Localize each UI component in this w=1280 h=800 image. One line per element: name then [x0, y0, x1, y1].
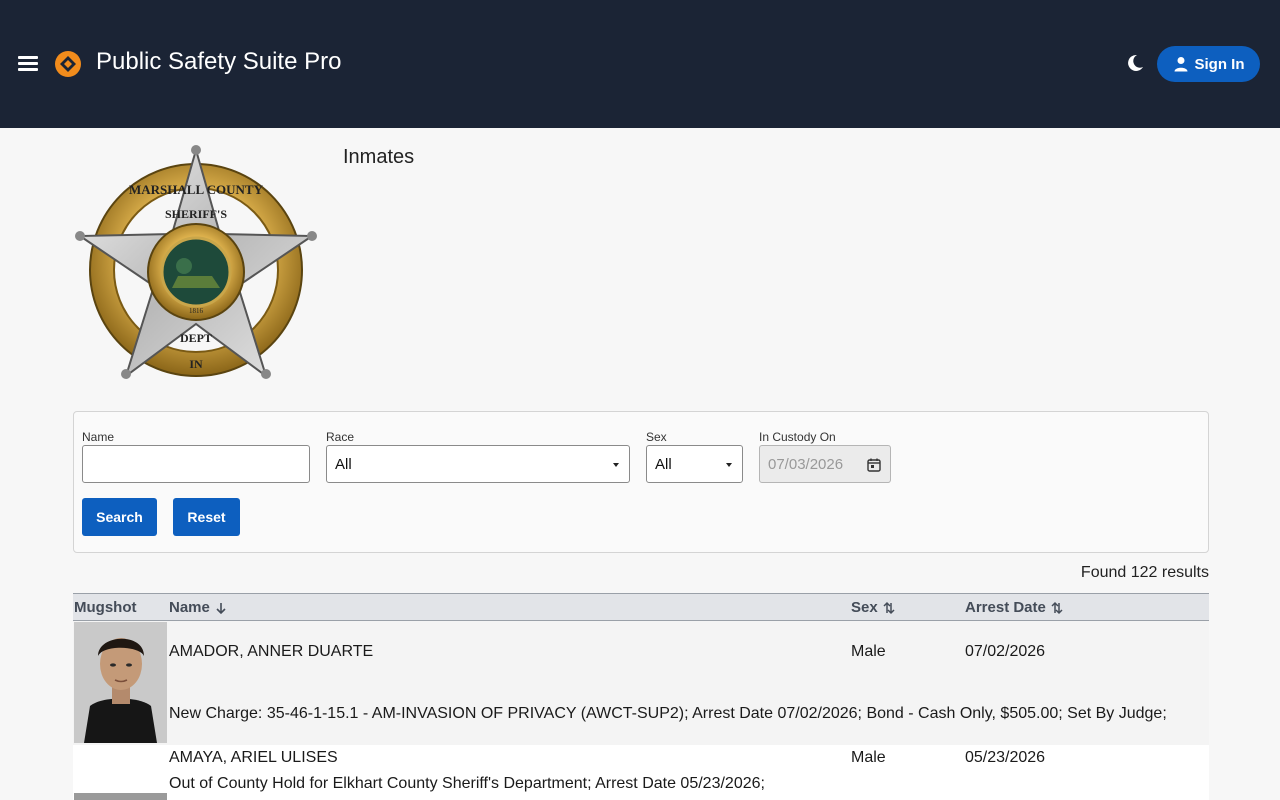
- calendar-icon[interactable]: [867, 458, 881, 472]
- column-mugshot-label: Mugshot: [74, 599, 137, 616]
- sex-label: Sex: [646, 430, 667, 444]
- sign-in-button[interactable]: Sign In: [1157, 46, 1260, 82]
- name-input[interactable]: [82, 445, 310, 483]
- sex-select-value: All: [655, 455, 672, 473]
- column-name[interactable]: Name: [169, 599, 227, 616]
- page-title: Inmates: [343, 146, 415, 168]
- custody-date-input[interactable]: 07/03/2026: [759, 445, 891, 483]
- inmate-name[interactable]: AMADOR, ANNER DUARTE: [169, 643, 373, 661]
- moon-icon[interactable]: [1124, 52, 1146, 74]
- custody-label: In Custody On: [759, 430, 836, 444]
- user-icon: [1174, 57, 1187, 72]
- sheriff-badge-logo: MARSHALL COUNTY SHERIFF'S 1816 DEPT IN: [75, 145, 317, 379]
- custody-date-value: 07/03/2026: [768, 455, 844, 473]
- sign-in-label: Sign In: [1194, 55, 1245, 73]
- caret-down-icon: [613, 463, 619, 467]
- column-sex[interactable]: Sex: [851, 599, 895, 616]
- reset-button[interactable]: Reset: [173, 498, 240, 536]
- inmate-arrest-date: 05/23/2026: [965, 749, 1046, 766]
- filter-panel: Name Race All Sex All In Custody On 07/0…: [73, 411, 1209, 553]
- column-mugshot: Mugshot: [74, 599, 136, 616]
- table-row[interactable]: AMAYA, ARIEL ULISES Male 05/23/2026 Out …: [73, 745, 1209, 800]
- mugshot-photo: [74, 622, 167, 743]
- column-sex-label: Sex: [851, 599, 878, 616]
- inmate-charges: New Charge: 35-46-1-15.1 - AM-INVASION O…: [169, 705, 1167, 722]
- badge-dept-text: DEPT: [180, 331, 212, 345]
- inmate-sex: Male: [851, 749, 886, 766]
- inmate-name[interactable]: AMAYA, ARIEL ULISES: [169, 749, 338, 767]
- table-row[interactable]: AMADOR, ANNER DUARTE Male 07/02/2026 New…: [73, 621, 1209, 745]
- sort-desc-icon: [216, 602, 226, 614]
- sex-select[interactable]: All: [646, 445, 743, 483]
- inmate-sex: Male: [851, 643, 886, 660]
- results-count: Found 122 results: [1080, 564, 1209, 581]
- inmate-charges: Out of County Hold for Elkhart County Sh…: [169, 775, 765, 792]
- menu-icon[interactable]: [18, 54, 38, 72]
- column-arrest-date-label: Arrest Date: [965, 599, 1046, 616]
- sort-icon: [1051, 601, 1063, 614]
- badge-sheriffs-text: SHERIFF'S: [165, 207, 227, 221]
- badge-county-text: MARSHALL COUNTY: [129, 182, 264, 197]
- race-select[interactable]: All: [326, 445, 630, 483]
- race-label: Race: [326, 430, 355, 444]
- app-title: Public Safety Suite Pro: [96, 48, 342, 75]
- caret-down-icon: [726, 463, 732, 467]
- mugshot-image[interactable]: [74, 622, 167, 743]
- column-name-label: Name: [169, 599, 210, 616]
- search-button[interactable]: Search: [82, 498, 157, 536]
- race-select-value: All: [335, 455, 352, 473]
- inmate-arrest-date: 07/02/2026: [965, 643, 1046, 660]
- sort-icon: [883, 601, 895, 614]
- badge-state-text: IN: [189, 357, 203, 371]
- column-arrest-date[interactable]: Arrest Date: [965, 599, 1063, 616]
- name-label: Name: [82, 430, 115, 444]
- mugshot-image[interactable]: [74, 793, 167, 800]
- app-logo-icon: [55, 51, 81, 77]
- table-header: Mugshot Name Sex Arrest Date: [73, 593, 1209, 621]
- badge-year-text: 1816: [189, 307, 204, 315]
- top-bar: Public Safety Suite Pro Sign In: [0, 0, 1280, 128]
